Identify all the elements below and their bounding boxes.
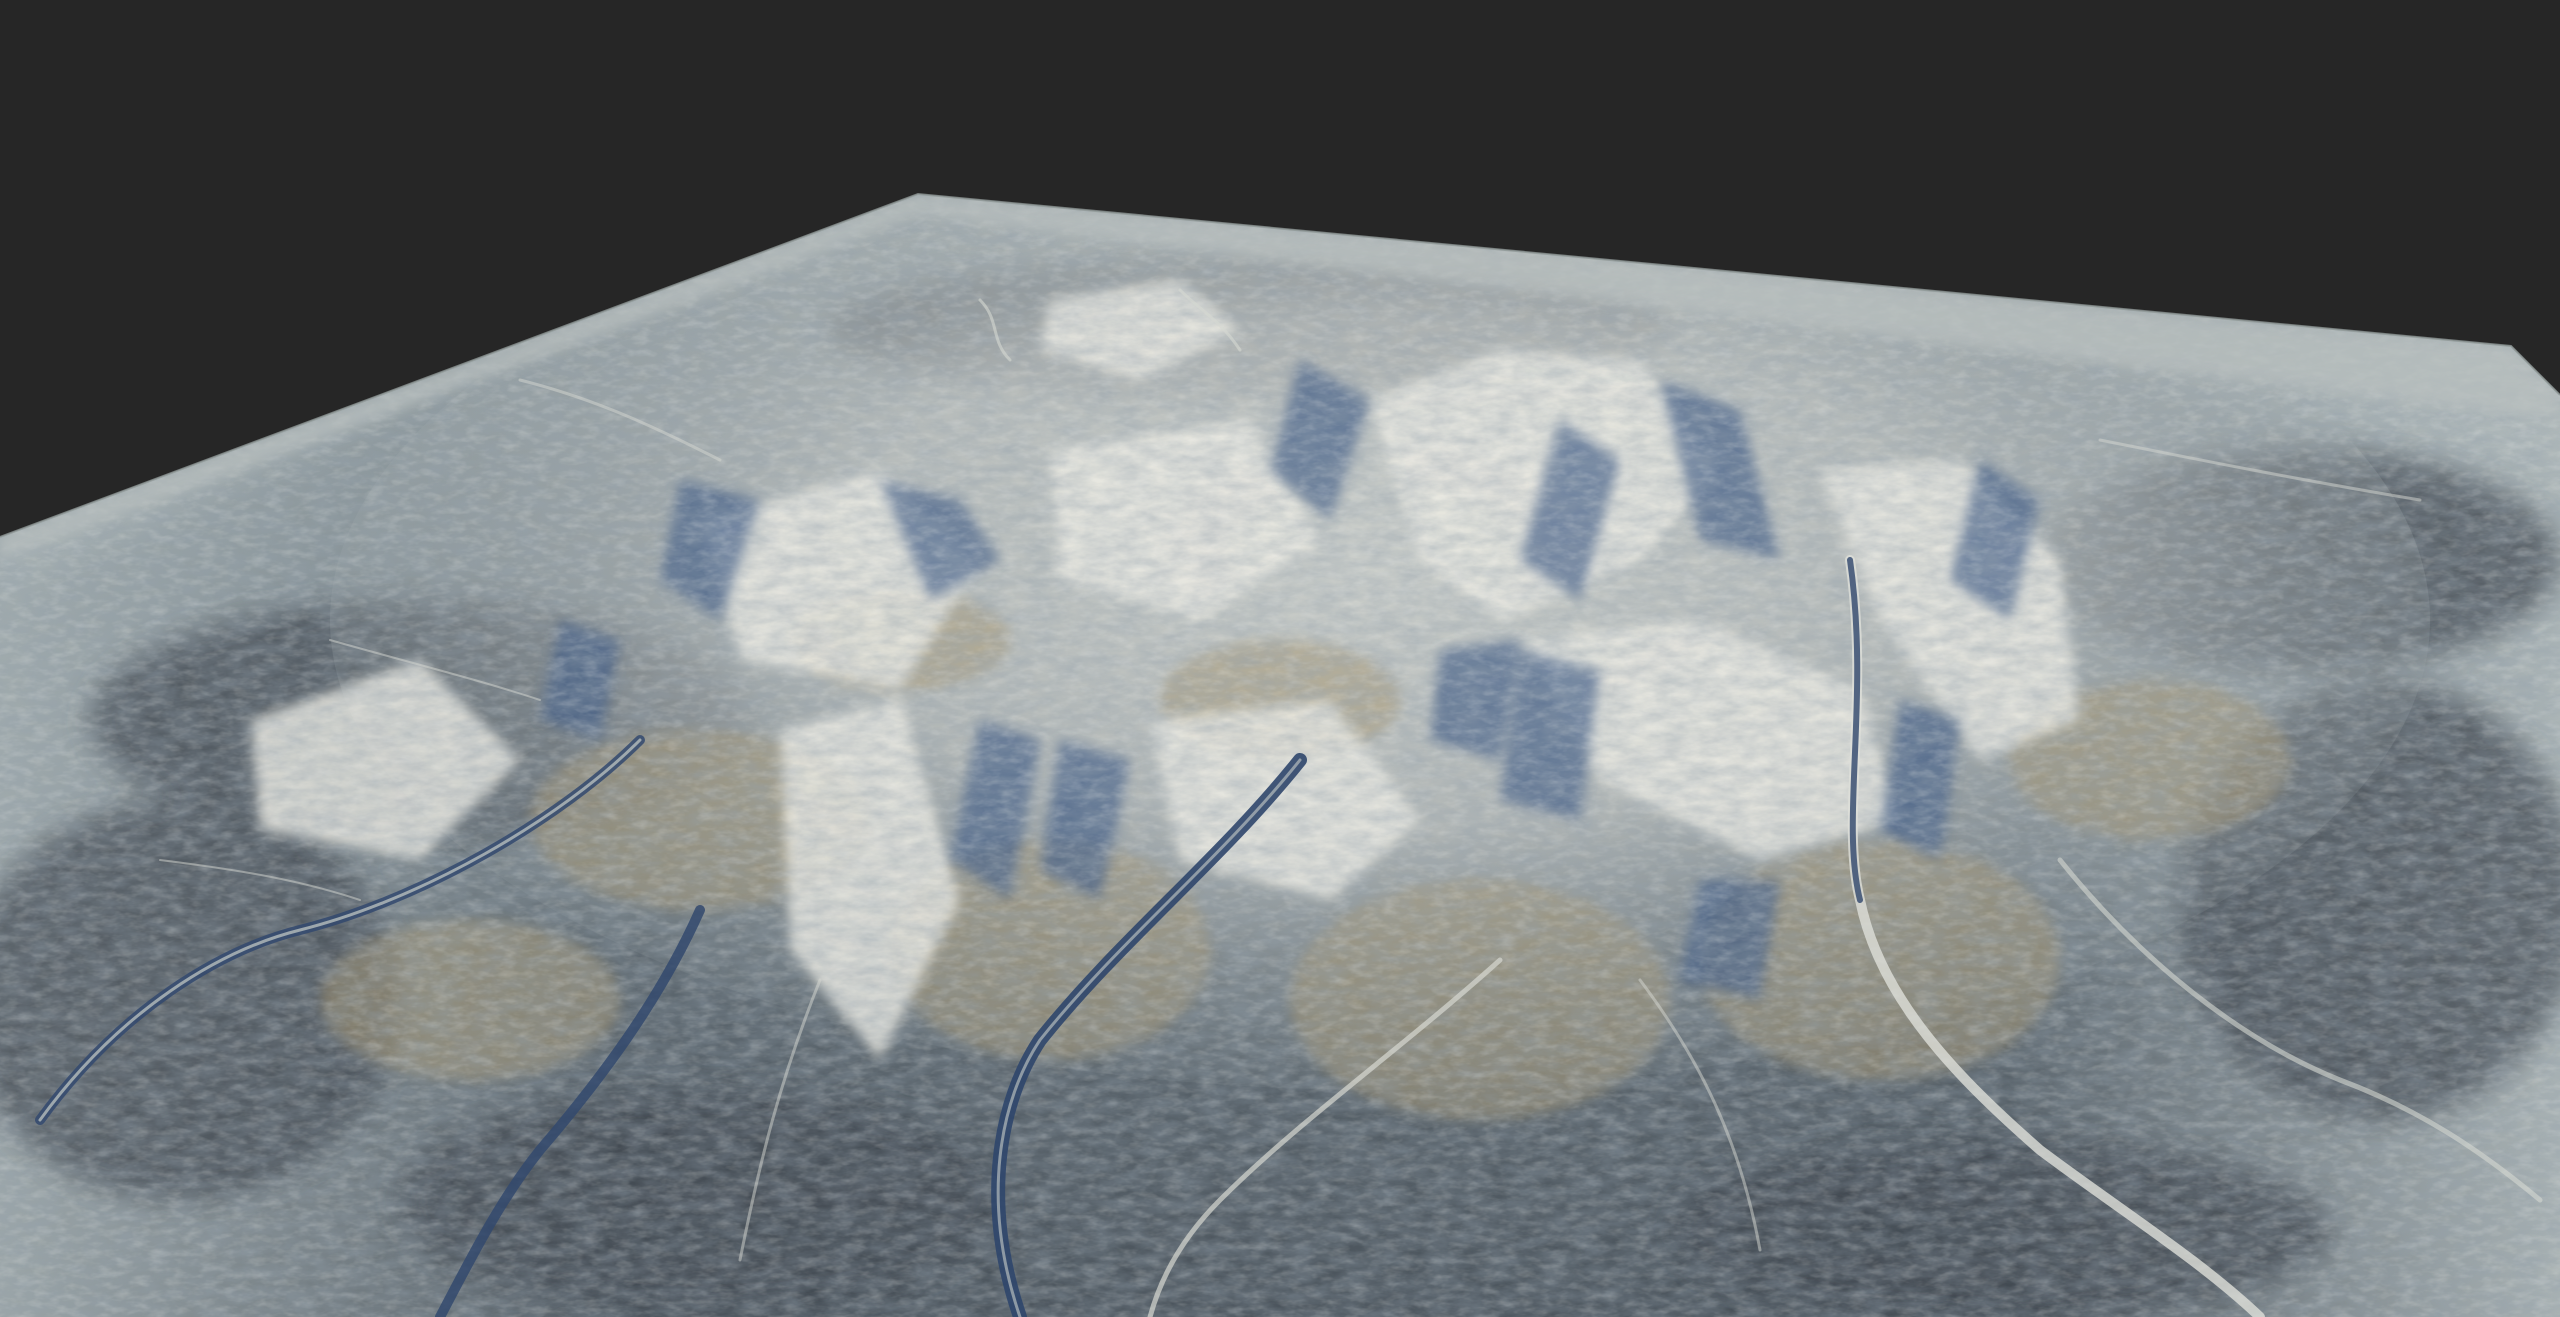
3d-viewport[interactable] — [0, 0, 2560, 1317]
terrain-render[interactable] — [0, 0, 2560, 1317]
terrain-plane — [0, 194, 2560, 1317]
